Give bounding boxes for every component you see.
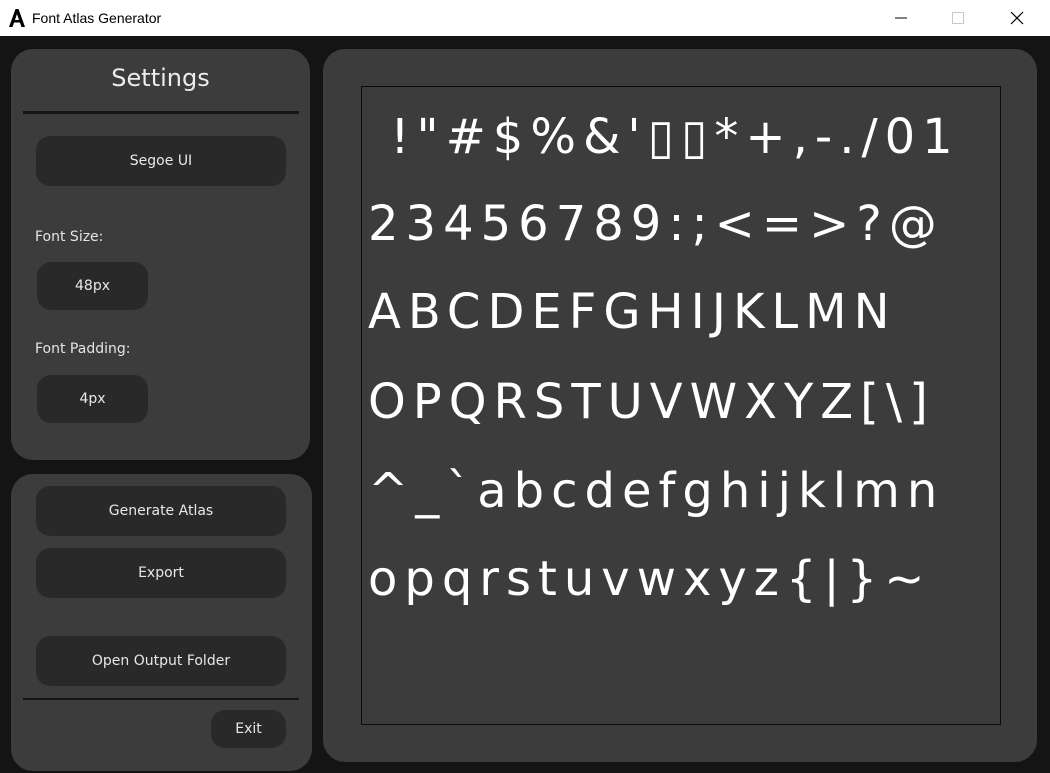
title-bar: Font Atlas Generator	[0, 0, 1050, 36]
font-size-label: Font Size:	[35, 229, 104, 245]
settings-heading: Settings	[111, 64, 210, 92]
actions-panel: Generate Atlas Export Open Output Folder…	[11, 474, 312, 771]
atlas-row: ABCDEFGHIJKLMN	[368, 284, 897, 340]
close-icon	[1010, 11, 1024, 25]
exit-button[interactable]: Exit	[211, 710, 286, 748]
atlas-row: opqrstuvwxyz{|}~	[368, 551, 932, 607]
maximize-button[interactable]	[935, 0, 981, 36]
preview-panel: !"#$%&'▯▯*+,-./01 23456789:;<=>?@ ABCDEF…	[323, 49, 1037, 762]
minimize-icon	[895, 17, 907, 19]
minimize-button[interactable]	[878, 0, 924, 36]
open-output-folder-button[interactable]: Open Output Folder	[36, 636, 286, 686]
close-button[interactable]	[994, 0, 1040, 36]
export-button[interactable]: Export	[36, 548, 286, 598]
generate-atlas-button[interactable]: Generate Atlas	[36, 486, 286, 536]
atlas-preview: !"#$%&'▯▯*+,-./01 23456789:;<=>?@ ABCDEF…	[361, 86, 1001, 725]
settings-panel: Settings Segoe UI Font Size: 48px Font P…	[11, 49, 310, 460]
app-logo-icon	[8, 8, 26, 28]
app-client-area: Settings Segoe UI Font Size: 48px Font P…	[0, 36, 1050, 773]
atlas-row: OPQRSTUVWXYZ[\]	[368, 374, 935, 430]
font-size-button[interactable]: 48px	[37, 262, 148, 310]
atlas-row: !"#$%&'▯▯*+,-./01	[368, 109, 960, 165]
font-select-button[interactable]: Segoe UI	[36, 136, 286, 186]
font-padding-label: Font Padding:	[35, 341, 131, 357]
settings-divider	[23, 111, 299, 114]
maximize-icon	[952, 12, 964, 24]
atlas-row: ^_`abcdefghijklmn	[368, 463, 945, 519]
actions-divider	[23, 698, 299, 700]
font-padding-button[interactable]: 4px	[37, 375, 148, 423]
window-title: Font Atlas Generator	[32, 10, 162, 26]
atlas-row: 23456789:;<=>?@	[368, 196, 944, 252]
